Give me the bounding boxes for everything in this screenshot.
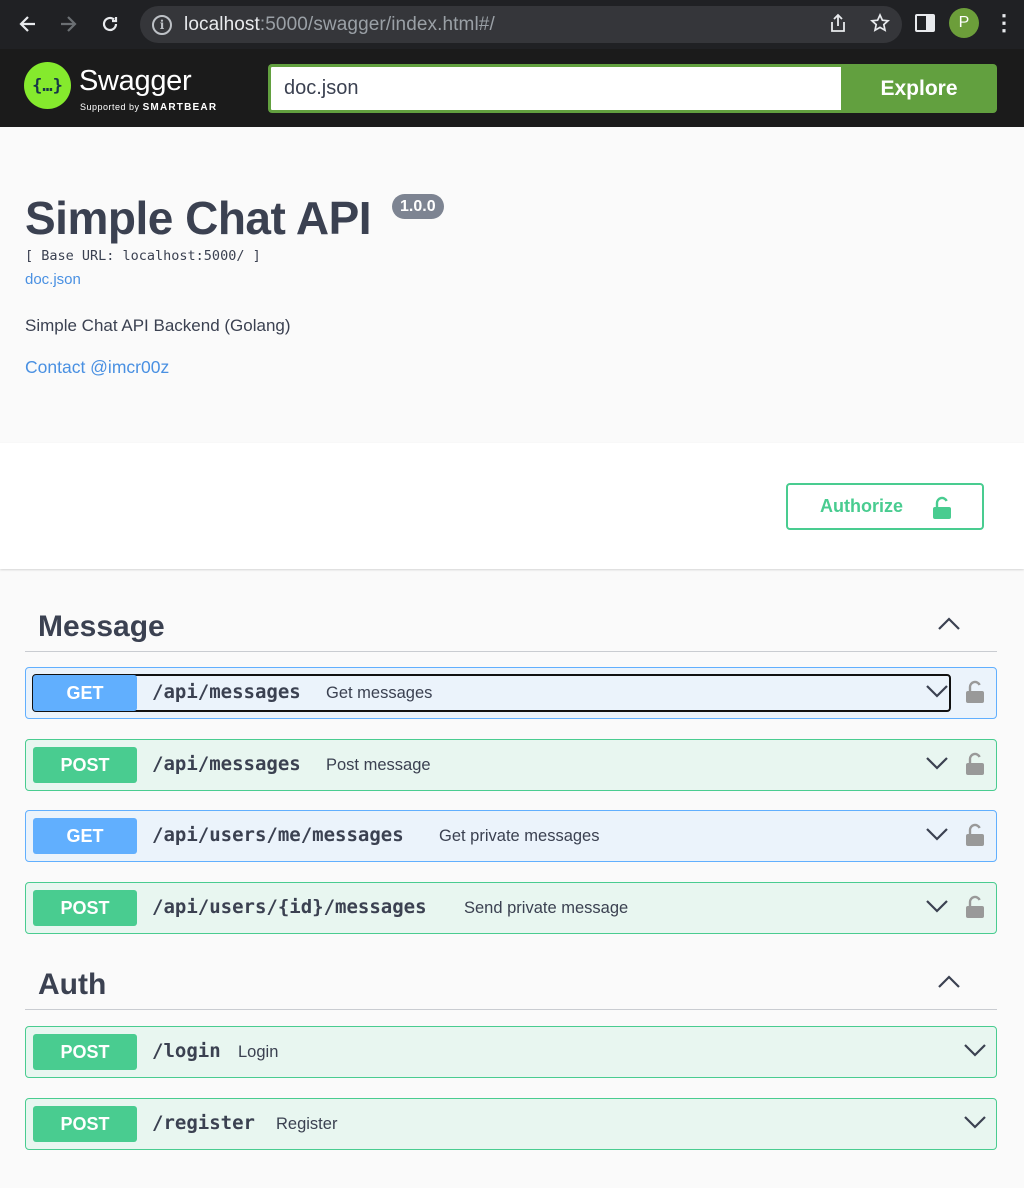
api-title: Simple Chat API [25,192,372,244]
operation-post-login[interactable]: POST /login Login [25,1026,997,1078]
operation-summary: Get private messages [439,827,600,845]
operation-get-api-users-me-messages[interactable]: GET /api/users/me/messages Get private m… [25,810,997,862]
method-badge: POST [33,890,137,926]
url-host: localhost [184,13,260,35]
operation-get-api-messages[interactable]: GET /api/messages Get messages [25,667,997,719]
tag-name: Auth [38,968,107,1001]
logo-tagline-brand: SMARTBEAR [142,102,218,113]
lock-icon[interactable] [965,680,985,709]
method-badge: POST [33,1034,137,1070]
operation-summary: Get messages [326,684,433,702]
browser-toolbar: i localhost:5000/swagger/index.html#/ P … [0,0,1024,49]
tag-header-message[interactable]: Message [25,600,997,652]
operation-path: /api/users/{id}/messages [152,896,427,918]
chevron-up-icon[interactable] [937,973,961,994]
operation-summary: Register [276,1115,338,1133]
chevron-up-icon[interactable] [937,615,961,636]
chevron-down-icon[interactable] [963,1114,987,1135]
chevron-down-icon[interactable] [925,898,949,919]
operation-summary: Post message [326,756,431,774]
operation-path: /api/messages [152,681,301,703]
back-icon[interactable] [8,4,48,44]
reload-icon[interactable] [90,4,130,44]
authorize-button[interactable]: Authorize [786,483,984,530]
scheme-container: Authorize [0,443,1024,569]
operation-summary: Login [238,1043,279,1061]
profile-avatar[interactable]: P [949,8,979,38]
contact-link[interactable]: Contact @imcr00z [25,357,169,378]
site-info-icon[interactable]: i [152,14,172,35]
address-bar[interactable]: i localhost:5000/swagger/index.html#/ [140,6,902,43]
base-url: [ Base URL: localhost:5000/ ] [25,248,261,264]
address-url: localhost:5000/swagger/index.html#/ [184,14,495,36]
chevron-down-icon[interactable] [963,1042,987,1063]
chevron-down-icon[interactable] [925,826,949,847]
operation-path: /register [152,1112,255,1134]
tag-name: Message [38,610,165,643]
spec-url-input[interactable]: doc.json [268,64,841,113]
unlocked-icon [932,496,952,525]
operation-path: /login [152,1040,221,1062]
operation-post-api-users-id-messages[interactable]: POST /api/users/{id}/messages Send priva… [25,882,997,934]
lock-icon[interactable] [965,823,985,852]
operation-summary: Send private message [464,899,629,917]
url-path: :5000/swagger/index.html#/ [259,13,495,35]
logo-tagline: Supported by SMARTBEAR [80,102,217,113]
swagger-logo-icon[interactable]: {…} [24,62,71,109]
operation-path: /api/messages [152,753,301,775]
api-info: Simple Chat API 1.0.0 [ Base URL: localh… [0,127,1024,443]
chevron-down-icon[interactable] [925,683,949,704]
lock-icon[interactable] [965,895,985,924]
api-description: Simple Chat API Backend (Golang) [25,316,291,335]
spec-link[interactable]: doc.json [25,271,81,288]
lock-icon[interactable] [965,752,985,781]
method-badge: POST [33,1106,137,1142]
chevron-down-icon[interactable] [925,755,949,776]
share-icon[interactable] [826,13,850,39]
version-badge: 1.0.0 [392,194,444,219]
bookmark-star-icon[interactable] [868,12,892,39]
method-badge: POST [33,747,137,783]
method-badge: GET [33,675,137,711]
logo-tagline-prefix: Supported by [80,102,140,112]
swagger-topbar: {…} Swagger Supported by SMARTBEAR doc.j… [0,49,1024,127]
method-badge: GET [33,818,137,854]
operation-path: /api/users/me/messages [152,824,404,846]
explore-button[interactable]: Explore [841,64,997,113]
authorize-label: Authorize [820,496,903,516]
side-panel-icon[interactable] [915,14,935,32]
forward-icon[interactable] [48,4,88,44]
operation-post-register[interactable]: POST /register Register [25,1098,997,1150]
menu-kebab-icon[interactable]: ⋮ [993,12,1015,34]
logo-name: Swagger [79,65,192,97]
tag-header-auth[interactable]: Auth [25,958,997,1010]
operation-post-api-messages[interactable]: POST /api/messages Post message [25,739,997,791]
